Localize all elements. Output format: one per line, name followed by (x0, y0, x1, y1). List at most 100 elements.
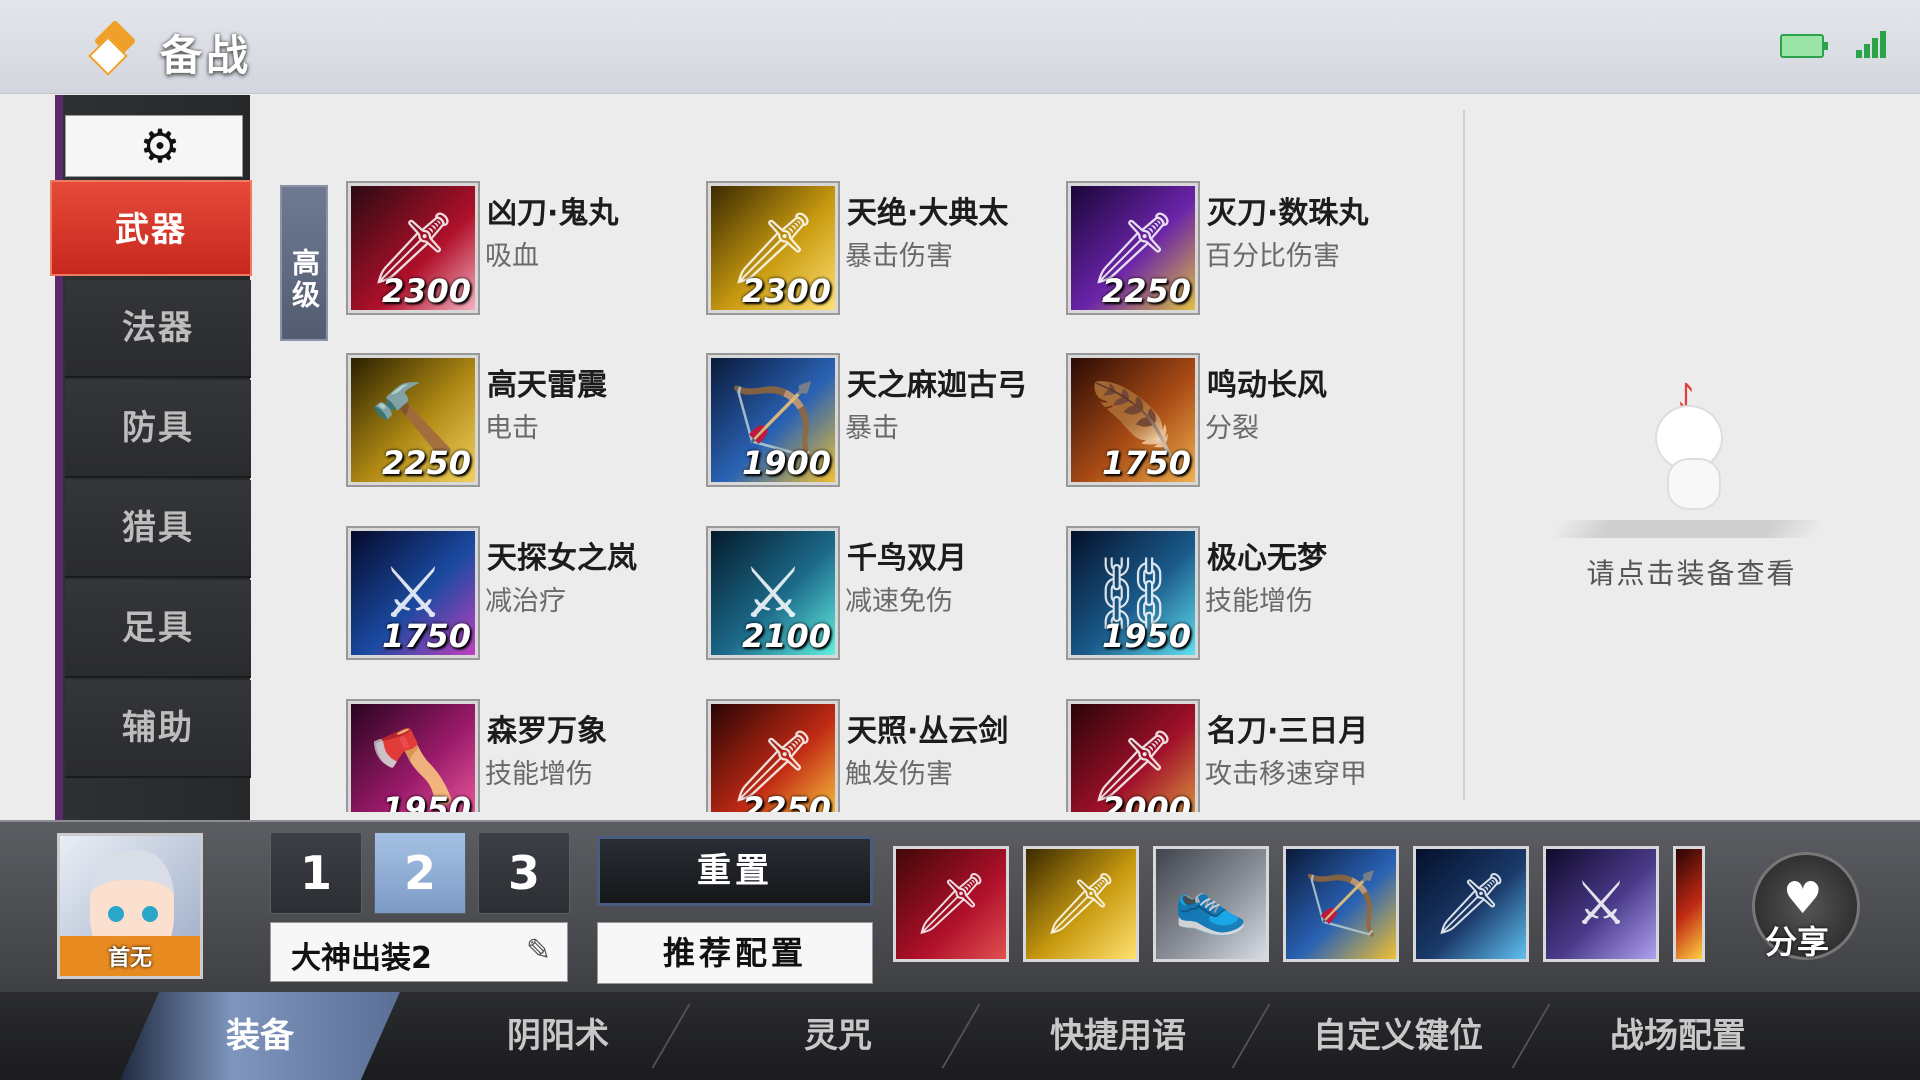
sidebar-item-armor[interactable]: 防具 (65, 380, 251, 478)
item-name: 灭刀·数珠丸 (1207, 196, 1369, 231)
tier-filter-tab[interactable]: 高级 (280, 185, 328, 341)
item-price: 1900 (741, 444, 831, 482)
tab-equipment[interactable]: 装备 (120, 992, 400, 1080)
settings-button[interactable]: ⚙ (65, 115, 243, 177)
gear-icon: ⚙ (139, 119, 181, 173)
panel-divider (1463, 110, 1465, 800)
equipment-item[interactable]: 🪶 1750 鸣动长风 分裂 (1065, 352, 1425, 487)
hammer-icon: 🔨 2250 (348, 355, 478, 485)
equipped-slot-7[interactable] (1673, 846, 1705, 962)
item-name: 天绝·大典太 (847, 196, 1009, 231)
mascot-illustration: ᛇ (1645, 380, 1735, 510)
sidebar-item-weapon[interactable]: 武器 (50, 180, 252, 276)
sword-icon: 🗡 2250 (708, 701, 838, 812)
floor-tiles-decoration (1549, 520, 1826, 538)
reset-button[interactable]: 重置 (597, 836, 873, 906)
signal-icon (1856, 30, 1886, 58)
item-effect: 电击 (485, 413, 539, 444)
build-name-field[interactable]: 大神出装2 ✎ (270, 922, 568, 982)
build-slot-3[interactable]: 3 (478, 832, 570, 914)
hero-name: 首无 (107, 946, 152, 971)
item-effect: 暴击 (845, 413, 899, 444)
equipment-item[interactable]: 🗡 2000 名刀·三日月 攻击移速穿甲 (1065, 698, 1425, 812)
item-name: 鸣动长风 (1207, 368, 1327, 403)
item-price: 2250 (381, 444, 471, 482)
equipped-slot-5[interactable]: 🗡 (1413, 846, 1529, 962)
glaive-icon: ⚔ (1574, 869, 1628, 939)
item-name: 名刀·三日月 (1207, 714, 1369, 749)
bottom-tab-bar: 装备 阴阳术 灵咒 快捷用语 自定义键位 战场配置 (0, 992, 1920, 1080)
sidebar-item-footwear[interactable]: 足具 (65, 580, 251, 678)
katana-icon: 🗡 2300 (348, 183, 478, 313)
hero-avatar[interactable]: 首无 (57, 833, 203, 979)
equipped-slot-1[interactable]: 🗡 (893, 846, 1009, 962)
tab-spirit-curse[interactable]: 灵咒 (698, 992, 978, 1080)
item-effect: 技能增伤 (485, 759, 593, 790)
katana-icon: 🗡 2000 (1068, 701, 1198, 812)
tab-battlefield-settings[interactable]: 战场配置 (1538, 992, 1818, 1080)
item-price: 1950 (381, 790, 471, 812)
axe-icon: 🪓 1950 (348, 701, 478, 812)
equipment-item[interactable]: 🗡 2250 天照·丛云剑 触发伤害 (705, 698, 1065, 812)
equipment-item[interactable]: ⛓ 1950 极心无梦 技能增伤 (1065, 525, 1425, 660)
halberd-icon: ⚔ 1750 (348, 528, 478, 658)
equipment-item[interactable]: ⚔ 1750 天探女之岚 减治疗 (345, 525, 705, 660)
equipment-item[interactable]: 🗡 2250 灭刀·数珠丸 百分比伤害 (1065, 180, 1425, 315)
fan-blade-icon: 🪶 1750 (1068, 355, 1198, 485)
item-price: 2100 (741, 617, 831, 655)
sword-icon (1676, 849, 1702, 959)
item-price: 1750 (1101, 444, 1191, 482)
item-name: 高天雷震 (487, 368, 607, 403)
tab-quick-chat[interactable]: 快捷用语 (978, 992, 1258, 1080)
equipped-slot-4[interactable]: 🏹 (1283, 846, 1399, 962)
equipment-item[interactable]: 🪓 1950 森罗万象 技能增伤 (345, 698, 705, 812)
equipment-item[interactable]: 🗡 2300 天绝·大典太 暴击伤害 (705, 180, 1065, 315)
build-slot-1[interactable]: 1 (270, 832, 362, 914)
equipment-item[interactable]: 🔨 2250 高天雷震 电击 (345, 352, 705, 487)
item-price: 2300 (381, 272, 471, 310)
item-price: 1950 (1101, 617, 1191, 655)
sidebar-item-hunting-gear[interactable]: 猎具 (65, 480, 251, 578)
tab-onmyoji-spells[interactable]: 阴阳术 (418, 992, 698, 1080)
game-logo-icon (88, 19, 140, 76)
equipped-slot-3[interactable]: 👟 (1153, 846, 1269, 962)
katana-icon: 🗡 2300 (708, 183, 838, 313)
equipment-item[interactable]: 🏹 1900 天之麻迦古弓 暴击 (705, 352, 1065, 487)
item-effect: 减速免伤 (845, 586, 953, 617)
share-button[interactable]: ♥ 分享 (1752, 852, 1860, 961)
item-price: 1750 (381, 617, 471, 655)
item-price: 2000 (1101, 790, 1191, 812)
equipped-slot-2[interactable]: 🗡 (1023, 846, 1139, 962)
item-price: 2250 (1101, 272, 1191, 310)
sidebar-item-magic-tool[interactable]: 法器 (65, 280, 251, 378)
category-sidebar: ⚙ 武器 法器 防具 猎具 足具 辅助 (50, 95, 252, 820)
sidebar-item-support[interactable]: 辅助 (65, 680, 251, 778)
bow-icon: 🏹 (1303, 869, 1379, 939)
item-price: 2300 (741, 272, 831, 310)
bow-icon: 🏹 1900 (708, 355, 838, 485)
item-name: 森罗万象 (487, 714, 607, 749)
equipped-slot-6[interactable]: ⚔ (1543, 846, 1659, 962)
claw-blade-icon: 🗡 (912, 869, 990, 939)
edit-pencil-icon[interactable]: ✎ (526, 933, 551, 968)
item-effect: 吸血 (485, 241, 539, 272)
curved-sword-icon: 🗡 (1432, 869, 1510, 939)
item-effect: 减治疗 (485, 586, 566, 617)
equipment-item[interactable]: ⚔ 2100 千鸟双月 减速免伤 (705, 525, 1065, 660)
tab-custom-keys[interactable]: 自定义键位 (1258, 992, 1538, 1080)
item-effect: 百分比伤害 (1205, 241, 1340, 272)
item-name: 天探女之岚 (487, 541, 637, 576)
detail-hint-text: 请点击装备查看 (1586, 557, 1797, 590)
item-effect: 技能增伤 (1205, 586, 1313, 617)
build-slot-2[interactable]: 2 (374, 832, 466, 914)
katana-icon: 🗡 2250 (1068, 183, 1198, 313)
recommended-build-button[interactable]: 推荐配置 (597, 922, 873, 984)
twin-blades-icon: ⚔ 2100 (708, 528, 838, 658)
item-effect: 攻击移速穿甲 (1205, 759, 1367, 790)
boots-icon: 👟 (1173, 869, 1249, 939)
build-bar: 首无 1 2 3 大神出装2 ✎ 重置 推荐配置 🗡 🗡 👟 🏹 🗡 ⚔ ♥ 分… (0, 820, 1920, 994)
share-label: 分享 (1765, 923, 1830, 961)
item-effect: 暴击伤害 (845, 241, 953, 272)
chain-scythe-icon: ⛓ 1950 (1068, 528, 1198, 658)
equipment-item[interactable]: 🗡 2300 凶刀·鬼丸 吸血 (345, 180, 705, 315)
